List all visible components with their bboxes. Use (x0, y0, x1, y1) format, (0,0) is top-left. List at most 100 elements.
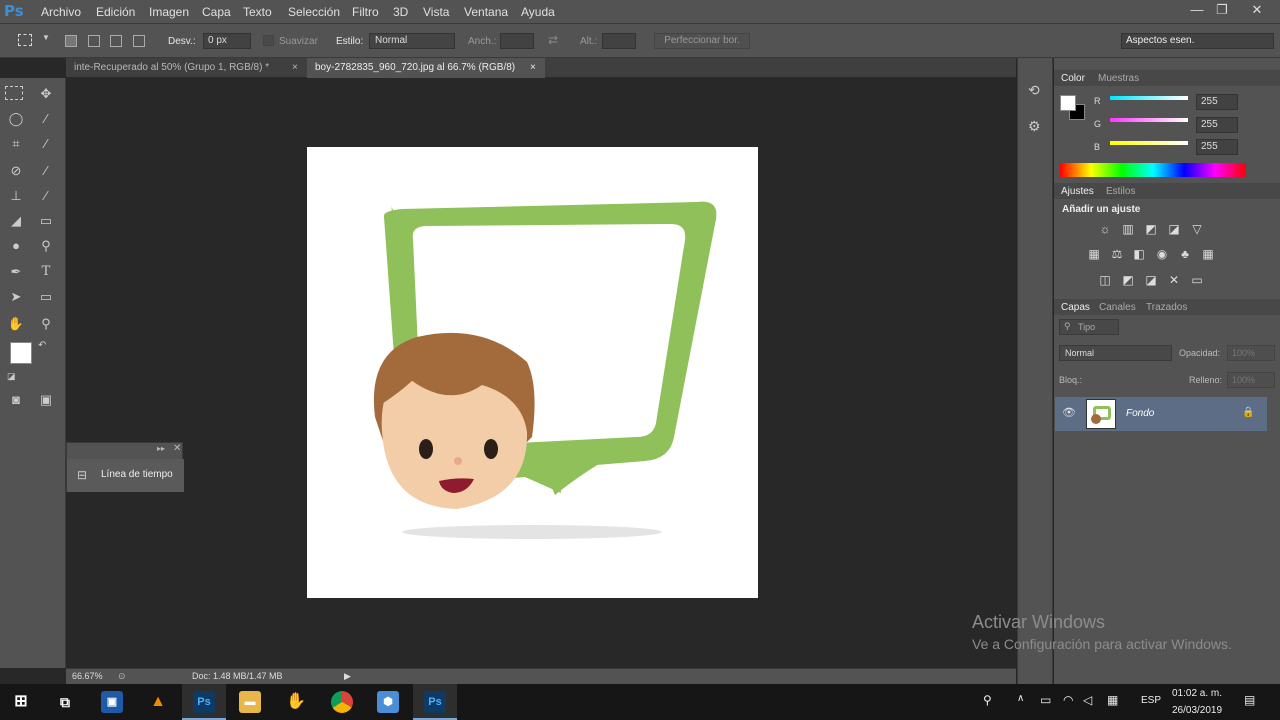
info-icon[interactable]: ⊙ (118, 671, 126, 682)
color-spectrum[interactable] (1060, 163, 1246, 177)
chrome-icon[interactable] (331, 691, 353, 713)
opacity-input[interactable]: 100% (1227, 345, 1275, 361)
hue-saturation-icon[interactable]: ▦ (1086, 247, 1102, 261)
swap-colors-icon[interactable]: ↶ (38, 340, 46, 351)
crop-icon[interactable]: ⌗ (5, 134, 27, 154)
lasso-icon[interactable]: ◯ (5, 109, 27, 129)
app-hand-icon[interactable]: ✋ (285, 691, 307, 713)
photoshop-taskbar-icon[interactable]: Ps (193, 691, 215, 713)
suavizar-checkbox[interactable] (263, 35, 274, 46)
language-indicator[interactable]: ESP (1141, 695, 1161, 706)
marquee-icon[interactable] (5, 86, 23, 100)
menu-ayuda[interactable]: Ayuda (521, 5, 555, 19)
status-menu-arrow-icon[interactable]: ▶ (344, 671, 351, 682)
windows-start-icon[interactable]: ⊞ (10, 691, 32, 713)
channel-mixer-icon[interactable]: ♣ (1177, 247, 1193, 261)
taskbar-app-icon[interactable]: ▣ (101, 691, 123, 713)
eraser-icon[interactable]: ◢ (5, 211, 27, 231)
screen-mode-icon[interactable]: ▣ (35, 390, 57, 410)
fill-input[interactable]: 100% (1227, 372, 1275, 388)
swap-icon[interactable]: ⇄ (548, 33, 558, 47)
estilo-select[interactable]: Normal (369, 33, 455, 49)
keyboard-icon[interactable]: ▦ (1107, 693, 1118, 707)
menu-imagen[interactable]: Imagen (149, 5, 189, 19)
history-panel-icon[interactable]: ⟲ (1028, 82, 1040, 99)
stamp-icon[interactable]: ⊥ (5, 186, 27, 206)
menu-vista[interactable]: Vista (423, 5, 449, 19)
new-selection-icon[interactable] (65, 35, 77, 47)
chevron-down-icon[interactable]: ▼ (42, 33, 50, 42)
volume-icon[interactable]: ◁ (1083, 693, 1092, 707)
tray-chevron-icon[interactable]: ∧ (1017, 693, 1024, 704)
tab-ajustes[interactable]: Ajustes (1061, 186, 1094, 197)
photo-filter-icon[interactable]: ◉ (1154, 247, 1170, 261)
color-balance-icon[interactable]: ⚖ (1109, 247, 1125, 261)
dodge-icon[interactable]: ⚲ (35, 236, 57, 256)
gradient-map-icon[interactable]: ▭ (1189, 273, 1205, 287)
tab-capas[interactable]: Capas (1061, 302, 1090, 313)
tab-close-icon[interactable]: × (530, 58, 536, 77)
visibility-eye-icon[interactable]: 👁 (1062, 406, 1076, 419)
tab-inte-recuperado[interactable]: inte-Recuperado al 50% (Grupo 1, RGB/8) … (66, 58, 307, 78)
foreground-color-swatch[interactable] (10, 342, 32, 364)
default-colors-icon[interactable]: ◪ (7, 371, 16, 382)
channel-b-slider[interactable] (1110, 141, 1188, 145)
battery-icon[interactable]: ▭ (1040, 693, 1051, 707)
task-view-icon[interactable]: ⧉ (54, 691, 76, 713)
channel-g-value[interactable]: 255 (1196, 117, 1238, 133)
healing-icon[interactable]: ⊘ (5, 161, 27, 181)
magic-wand-icon[interactable]: ⁄ (35, 109, 57, 129)
levels-icon[interactable]: ▥ (1120, 222, 1136, 236)
menu-edicion[interactable]: Edición (96, 5, 135, 19)
move-icon[interactable]: ✥ (35, 84, 57, 104)
color-foreground-swatch[interactable] (1060, 95, 1076, 111)
workspace-select[interactable]: Aspectos esen. (1121, 33, 1274, 49)
channel-r-value[interactable]: 255 (1196, 94, 1238, 110)
properties-panel-icon[interactable]: ⚙ (1028, 118, 1041, 135)
color-lookup-icon[interactable]: ▦ (1200, 247, 1216, 261)
gradient-icon[interactable]: ▭ (35, 211, 57, 231)
menu-capa[interactable]: Capa (202, 5, 231, 19)
layer-name[interactable]: Fondo (1126, 408, 1154, 419)
close-icon[interactable]: ✕ (173, 443, 181, 454)
anch-input[interactable] (500, 33, 534, 49)
exposure-icon[interactable]: ◪ (1166, 222, 1182, 236)
intersect-selection-icon[interactable] (133, 35, 145, 47)
eyedropper-icon[interactable]: ⁄ (35, 134, 57, 154)
wifi-icon[interactable]: ◠ (1063, 693, 1073, 707)
alt-input[interactable] (602, 33, 636, 49)
document-canvas[interactable] (307, 147, 758, 598)
history-brush-icon[interactable]: ∕ (35, 186, 57, 206)
tab-boy-image[interactable]: boy-2782835_960_720.jpg al 66.7% (RGB/8)… (307, 58, 545, 78)
notifications-icon[interactable]: ▤ (1244, 693, 1255, 707)
menu-filtro[interactable]: Filtro (352, 5, 379, 19)
zoom-level[interactable]: 66.67% (72, 671, 103, 681)
restore-button[interactable]: ❐ (1210, 2, 1234, 20)
photoshop-taskbar-icon-2[interactable]: Ps (424, 691, 446, 713)
refine-edge-button[interactable]: Perfeccionar bor. (654, 33, 750, 49)
clock-date[interactable]: 26/03/2019 (1172, 705, 1222, 716)
quick-mask-icon[interactable]: ◙ (5, 390, 27, 410)
menu-texto[interactable]: Texto (243, 5, 272, 19)
channel-r-slider[interactable] (1110, 96, 1188, 100)
menu-seleccion[interactable]: Selección (288, 5, 340, 19)
zoom-icon[interactable]: ⚲ (35, 314, 57, 334)
blur-icon[interactable]: ● (5, 236, 27, 256)
tab-close-icon[interactable]: × (292, 58, 298, 77)
file-explorer-icon[interactable]: ▬ (239, 691, 261, 713)
people-icon[interactable]: ⚲ (983, 693, 992, 707)
pen-icon[interactable]: ✒ (5, 262, 27, 282)
tab-muestras[interactable]: Muestras (1098, 73, 1139, 84)
tab-trazados[interactable]: Trazados (1146, 302, 1187, 313)
threshold-icon[interactable]: ◪ (1143, 273, 1159, 287)
add-selection-icon[interactable] (88, 35, 100, 47)
brightness-icon[interactable]: ☼ (1097, 222, 1113, 236)
hand-icon[interactable]: ✋ (5, 314, 27, 334)
collapse-icon[interactable]: ▸▸ (157, 444, 165, 453)
tab-color[interactable]: Color (1061, 73, 1085, 84)
timeline-button[interactable]: ⊟ Línea de tiempo (67, 459, 184, 492)
layer-row-fondo[interactable]: 👁 Fondo 🔒 (1055, 397, 1267, 431)
tab-canales[interactable]: Canales (1099, 302, 1136, 313)
subtract-selection-icon[interactable] (110, 35, 122, 47)
selective-color-icon[interactable]: ✕ (1166, 273, 1182, 287)
